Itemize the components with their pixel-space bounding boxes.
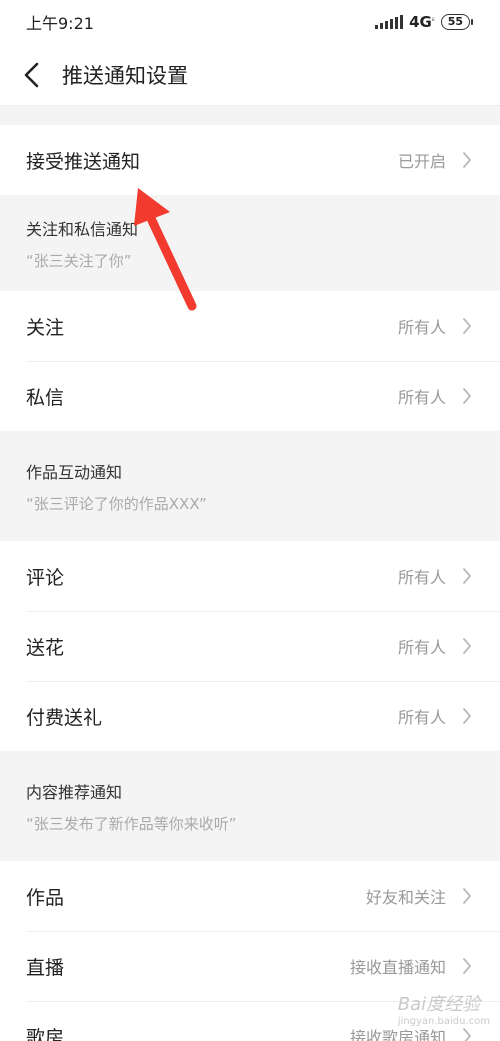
section-gap: [0, 106, 500, 125]
section-header-follow-message: 关注和私信通知 “张三关注了你”: [0, 195, 500, 291]
row-label: 歌房: [26, 1026, 65, 1041]
section-title: 作品互动通知: [26, 462, 123, 482]
row-works[interactable]: 作品 好友和关注: [0, 861, 500, 931]
back-button[interactable]: [16, 55, 46, 95]
row-label: 付费送礼: [26, 706, 103, 729]
section-desc: “张三关注了你”: [26, 251, 132, 270]
row-value: 所有人: [397, 638, 446, 657]
nav-bar: 推送通知设置: [0, 44, 500, 106]
row-value: 所有人: [397, 388, 446, 407]
row-value: 所有人: [397, 318, 446, 337]
row-label: 送花: [26, 636, 65, 659]
row-label: 接受推送通知: [26, 150, 141, 173]
page-title: 推送通知设置: [62, 63, 188, 88]
chevron-right-icon: [463, 1028, 471, 1041]
section-title: 关注和私信通知: [26, 219, 139, 239]
receive-push-row[interactable]: 接受推送通知 已开启: [0, 125, 500, 195]
section-desc: “张三发布了新作品等你来收听”: [26, 814, 237, 833]
row-comment[interactable]: 评论 所有人: [0, 541, 500, 611]
section-title: 内容推荐通知: [26, 782, 123, 802]
chevron-right-icon: [463, 388, 471, 404]
row-value: 接收直播通知: [349, 958, 446, 977]
section-header-content-recommend: 内容推荐通知 “张三发布了新作品等你来收听”: [0, 751, 500, 861]
battery-icon: 55: [440, 14, 474, 30]
chevron-right-icon: [463, 568, 471, 584]
row-private-message[interactable]: 私信 所有人: [0, 361, 500, 431]
status-time: 上午9:21: [26, 14, 94, 33]
row-paid-gift[interactable]: 付费送礼 所有人: [0, 681, 500, 751]
row-label: 直播: [26, 956, 65, 979]
chevron-left-icon: [24, 62, 39, 87]
row-value: 已开启: [397, 152, 446, 171]
status-bar: 上午9:21 4Gᵢᵢ 55: [0, 0, 500, 44]
row-label: 关注: [26, 316, 65, 339]
chevron-right-icon: [463, 318, 471, 334]
row-label: 作品: [26, 886, 65, 909]
row-flowers[interactable]: 送花 所有人: [0, 611, 500, 681]
row-value: 好友和关注: [365, 888, 446, 907]
row-label: 私信: [26, 386, 65, 409]
watermark: Bai度经验 jingyan.baidu.com: [397, 994, 490, 1027]
row-value: 所有人: [397, 708, 446, 727]
section-desc: “张三评论了你的作品XXX”: [26, 494, 207, 513]
row-follow[interactable]: 关注 所有人: [0, 291, 500, 361]
chevron-right-icon: [463, 708, 471, 724]
chevron-right-icon: [463, 958, 471, 974]
section-header-work-interaction: 作品互动通知 “张三评论了你的作品XXX”: [0, 431, 500, 541]
chevron-right-icon: [463, 152, 471, 168]
chevron-right-icon: [463, 638, 471, 654]
status-icons: 4Gᵢᵢ 55: [375, 13, 474, 31]
network-type: 4Gᵢᵢ: [409, 13, 435, 31]
row-label: 评论: [26, 566, 65, 589]
row-value: 所有人: [397, 568, 446, 587]
signal-icon: [375, 15, 404, 29]
chevron-right-icon: [463, 888, 471, 904]
